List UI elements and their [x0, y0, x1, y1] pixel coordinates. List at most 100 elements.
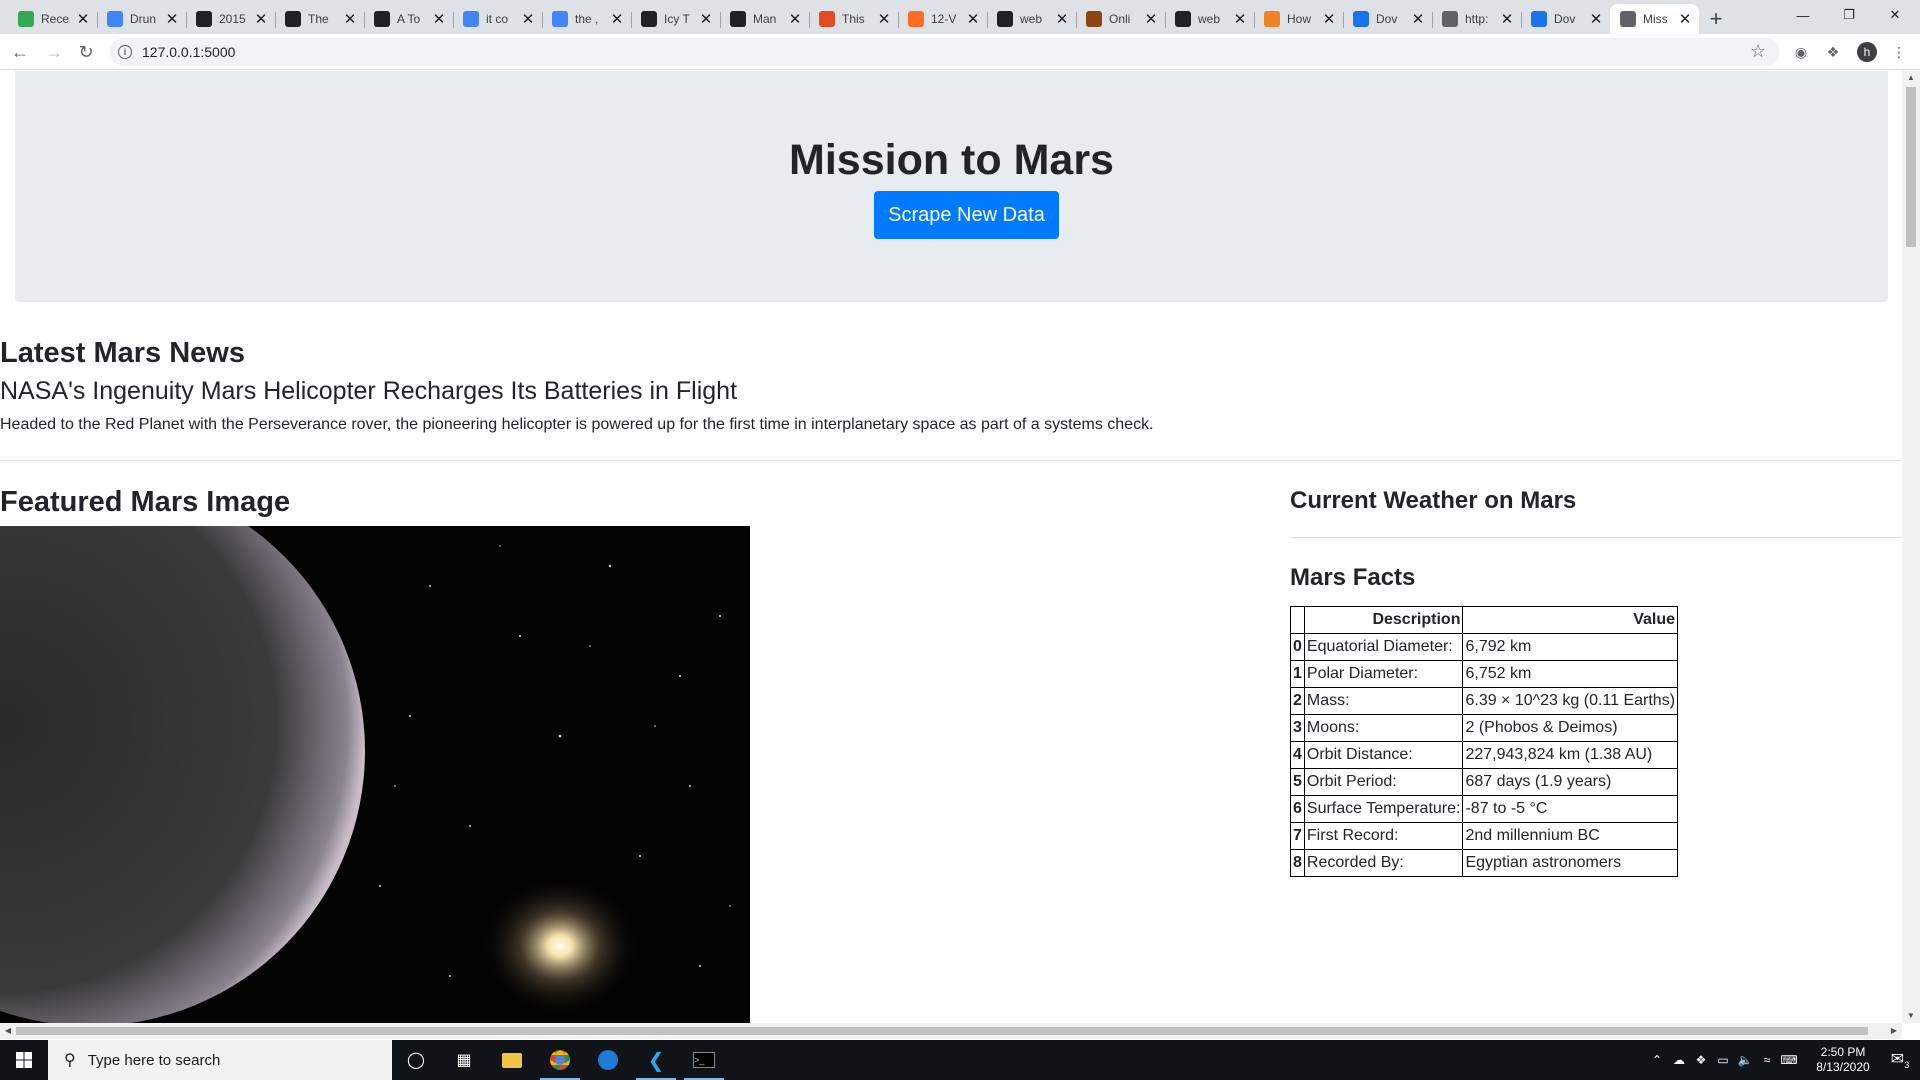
close-tab-icon[interactable]: ✕: [965, 10, 981, 28]
close-tab-icon[interactable]: ✕: [1143, 10, 1159, 28]
browser-tab[interactable]: 12-V ✕: [898, 4, 987, 34]
close-tab-icon[interactable]: ✕: [342, 10, 358, 28]
browser-tab[interactable]: Rece ✕: [8, 4, 97, 34]
browser-tab[interactable]: 2015 ✕: [186, 4, 275, 34]
keyboard-icon[interactable]: ⌨: [1778, 1053, 1800, 1067]
file-explorer-icon[interactable]: [488, 1040, 536, 1080]
browser-tab[interactable]: The ✕: [275, 4, 364, 34]
edge-browser-icon[interactable]: [584, 1040, 632, 1080]
vertical-scroll-thumb[interactable]: [1906, 87, 1916, 247]
close-tab-icon[interactable]: ✕: [1588, 10, 1604, 28]
close-tab-icon[interactable]: ✕: [1054, 10, 1070, 28]
extension-icon[interactable]: ◉: [1792, 43, 1810, 61]
browser-tab[interactable]: Man ✕: [720, 4, 809, 34]
restore-button[interactable]: ❐: [1826, 0, 1872, 30]
browser-tab[interactable]: Icy T ✕: [631, 4, 720, 34]
minimize-button[interactable]: —: [1780, 0, 1826, 30]
close-tab-icon[interactable]: ✕: [1410, 10, 1426, 28]
browser-tab[interactable]: http: ✕: [1432, 4, 1521, 34]
scroll-left-arrow-icon[interactable]: ◀: [0, 1023, 16, 1039]
start-button[interactable]: [0, 1040, 48, 1080]
tab-label: the ,: [575, 12, 599, 26]
close-tab-icon[interactable]: ✕: [164, 10, 180, 28]
browser-tab[interactable]: the , ✕: [542, 4, 631, 34]
weather-divider: [1290, 537, 1902, 538]
table-row: 0 Equatorial Diameter: 6,792 km: [1290, 633, 1679, 661]
browser-tab[interactable]: Dov ✕: [1521, 4, 1610, 34]
tab-label: it co: [486, 12, 509, 26]
close-tab-icon[interactable]: ✕: [1677, 10, 1693, 28]
site-info-icon[interactable]: i: [118, 45, 132, 59]
fact-value: 6.39 × 10^23 kg (0.11 Earths): [1462, 687, 1679, 715]
close-tab-icon[interactable]: ✕: [75, 10, 91, 28]
profile-avatar[interactable]: h: [1857, 42, 1877, 62]
featured-mars-image[interactable]: [0, 526, 750, 1023]
onedrive-cloud-icon[interactable]: ☁: [1668, 1053, 1690, 1067]
stack-icon: [1264, 11, 1280, 27]
dropbox-icon[interactable]: ❖: [1690, 1053, 1712, 1067]
new-tab-button[interactable]: +: [1699, 4, 1733, 34]
close-tab-icon[interactable]: ✕: [609, 10, 625, 28]
address-bar[interactable]: i 127.0.0.1:5000: [110, 38, 1780, 66]
browser-tab[interactable]: This ✕: [809, 4, 898, 34]
vscode-icon[interactable]: ❮: [632, 1040, 680, 1080]
browser-tab[interactable]: web ✕: [987, 4, 1076, 34]
terminal-icon[interactable]: >_: [680, 1040, 728, 1080]
browser-tab[interactable]: Drun ✕: [97, 4, 186, 34]
close-tab-icon[interactable]: ✕: [1321, 10, 1337, 28]
fact-description: Mass:: [1303, 687, 1464, 715]
cortana-icon[interactable]: ◯: [392, 1040, 440, 1080]
close-tab-icon[interactable]: ✕: [431, 10, 447, 28]
show-hidden-icons-icon[interactable]: ⌃: [1646, 1053, 1668, 1067]
battery-icon[interactable]: ▭: [1712, 1053, 1734, 1067]
wifi-icon[interactable]: ≈: [1756, 1053, 1778, 1067]
back-button[interactable]: ←: [8, 40, 32, 64]
browser-tab[interactable]: web ✕: [1165, 4, 1254, 34]
fact-description: Equatorial Diameter:: [1303, 633, 1464, 661]
row-index: 4: [1290, 741, 1305, 769]
taskbar-search-box[interactable]: ⚲ Type here to search: [48, 1040, 392, 1080]
fact-value: 687 days (1.9 years): [1462, 768, 1679, 796]
bookmark-star-icon[interactable]: ☆: [1750, 41, 1766, 62]
close-tab-icon[interactable]: ✕: [1232, 10, 1248, 28]
close-tab-icon[interactable]: ✕: [520, 10, 536, 28]
tab-label: How: [1287, 12, 1312, 26]
volume-icon[interactable]: 🔈: [1734, 1053, 1756, 1067]
close-tab-icon[interactable]: ✕: [253, 10, 269, 28]
browser-tab[interactable]: it co ✕: [453, 4, 542, 34]
description-header: Description: [1303, 606, 1464, 634]
task-view-icon[interactable]: ▦: [440, 1040, 488, 1080]
close-window-button[interactable]: ✕: [1872, 0, 1918, 30]
browser-tab[interactable]: Miss ✕: [1610, 4, 1699, 34]
extensions-puzzle-icon[interactable]: ❖: [1824, 43, 1842, 61]
browser-tab[interactable]: Onli ✕: [1076, 4, 1165, 34]
browser-tab[interactable]: How ✕: [1254, 4, 1343, 34]
index-header: [1290, 606, 1305, 634]
reload-button[interactable]: ↻: [74, 40, 98, 64]
chrome-icon[interactable]: [536, 1040, 584, 1080]
browser-tab[interactable]: Dov ✕: [1343, 4, 1432, 34]
close-tab-icon[interactable]: ✕: [876, 10, 892, 28]
horizontal-scrollbar[interactable]: ◀ ▶: [0, 1023, 1902, 1039]
menu-kebab-icon[interactable]: ⋮: [1890, 43, 1908, 61]
close-tab-icon[interactable]: ✕: [787, 10, 803, 28]
vertical-scrollbar[interactable]: ▲ ▼: [1902, 71, 1920, 1023]
tab-label: Miss: [1643, 12, 1668, 26]
close-tab-icon[interactable]: ✕: [1499, 10, 1515, 28]
scroll-down-arrow-icon[interactable]: ▼: [1902, 1009, 1920, 1023]
horizontal-scroll-thumb[interactable]: [16, 1027, 1868, 1035]
action-center-icon[interactable]: ✉3: [1880, 1049, 1920, 1070]
tab-label: web: [1198, 12, 1221, 26]
windows-taskbar: ⚲ Type here to search ◯ ▦ ❮ >_ ⌃ ☁ ❖ ▭ 🔈…: [0, 1040, 1920, 1080]
close-tab-icon[interactable]: ✕: [698, 10, 714, 28]
taskbar-clock[interactable]: 2:50 PM 8/13/2020: [1806, 1045, 1880, 1075]
forward-button[interactable]: →: [42, 40, 66, 64]
featured-image-heading: Featured Mars Image: [0, 486, 291, 518]
scroll-up-arrow-icon[interactable]: ▲: [1902, 71, 1920, 85]
row-index: 7: [1290, 822, 1305, 850]
tab-label: http:: [1465, 12, 1489, 26]
row-index: 8: [1290, 849, 1305, 877]
scrape-new-data-button[interactable]: Scrape New Data: [874, 191, 1059, 239]
browser-tab[interactable]: A To ✕: [364, 4, 453, 34]
scroll-right-arrow-icon[interactable]: ▶: [1886, 1023, 1902, 1039]
